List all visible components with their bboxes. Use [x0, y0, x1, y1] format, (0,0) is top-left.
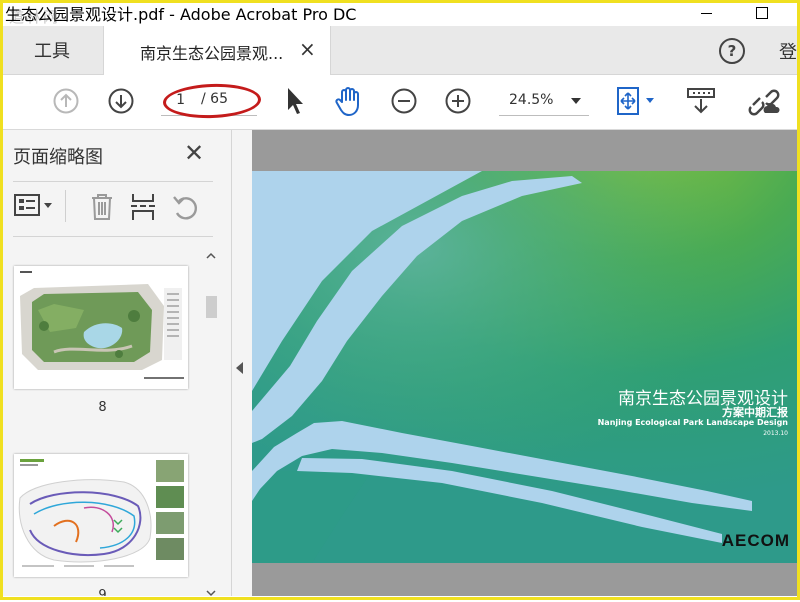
page-thumbnails-panel: 页面缩略图 ✕ 8 9 — [3, 130, 232, 597]
thumbnail-page-number: 9 — [98, 588, 107, 596]
thumbnail-page-9[interactable] — [14, 454, 188, 577]
tab-document[interactable]: 南京生态公园景观... × — [103, 26, 331, 75]
zoom-select[interactable]: 24.5% — [499, 87, 589, 116]
tab-tools[interactable]: 工具 — [3, 26, 101, 74]
minimize-button[interactable] — [696, 6, 716, 20]
close-panel-icon[interactable]: ✕ — [184, 139, 204, 167]
insert-page-icon[interactable] — [129, 192, 157, 226]
chevron-down-icon — [571, 98, 581, 104]
divider — [13, 181, 213, 182]
thumbnail-options-icon[interactable] — [13, 192, 57, 224]
pdf-page: 南京生态公园景观设计 方案中期汇报 Nanjing Ecological Par… — [252, 171, 797, 563]
thumbnail-page-8[interactable] — [14, 266, 188, 389]
help-icon[interactable]: ? — [719, 38, 745, 64]
window-title: 生态公园景观设计.pdf - Adobe Acrobat Pro DC — [5, 5, 357, 24]
divider — [65, 190, 66, 222]
previous-page-icon[interactable] — [53, 88, 79, 118]
zoom-in-icon[interactable] — [445, 88, 471, 118]
chevron-down-icon[interactable] — [206, 583, 216, 597]
close-tab-icon[interactable]: × — [299, 37, 316, 61]
scrollbar-thumb[interactable] — [206, 296, 217, 318]
delete-page-icon[interactable] — [89, 192, 115, 226]
login-link[interactable]: 登 — [779, 38, 797, 64]
cover-english-title: Nanjing Ecological Park Landscape Design — [597, 418, 788, 427]
thumbnail-list: 8 9 — [3, 240, 202, 596]
cover-date: 2013.10 — [763, 430, 788, 437]
select-cursor-icon[interactable] — [283, 86, 307, 120]
rotate-page-icon[interactable] — [171, 192, 201, 226]
aecom-logo: AECOM — [721, 531, 790, 550]
collapse-panel-arrow-icon[interactable] — [236, 362, 243, 374]
tab-document-label: 南京生态公园景观... — [140, 44, 284, 63]
fit-page-icon[interactable] — [615, 86, 659, 120]
share-link-icon[interactable] — [747, 85, 781, 121]
window-titlebar: 道林网 生态公园景观设计.pdf - Adobe Acrobat Pro DC — [3, 0, 797, 26]
chevron-up-icon[interactable] — [206, 246, 216, 259]
document-view[interactable]: 南京生态公园景观设计 方案中期汇报 Nanjing Ecological Par… — [252, 130, 797, 596]
thumbnail-page-number: 8 — [98, 400, 107, 415]
divider — [13, 236, 213, 237]
sidebar-title: 页面缩略图 — [13, 147, 103, 168]
thumbnail-scrollbar[interactable] — [202, 240, 221, 597]
maximize-button[interactable] — [755, 6, 769, 20]
panel-collapse-gutter — [232, 130, 252, 596]
hand-tool-icon[interactable] — [333, 85, 367, 121]
zoom-value: 24.5% — [509, 92, 554, 108]
cover-artwork — [252, 171, 797, 563]
tab-bar: 工具 南京生态公园景观... × ? 登 — [3, 26, 797, 75]
main-toolbar: / 65 24.5% — [3, 75, 797, 130]
zoom-out-icon[interactable] — [391, 88, 417, 118]
next-page-icon[interactable] — [108, 88, 134, 118]
scroll-mode-icon[interactable] — [686, 86, 716, 120]
